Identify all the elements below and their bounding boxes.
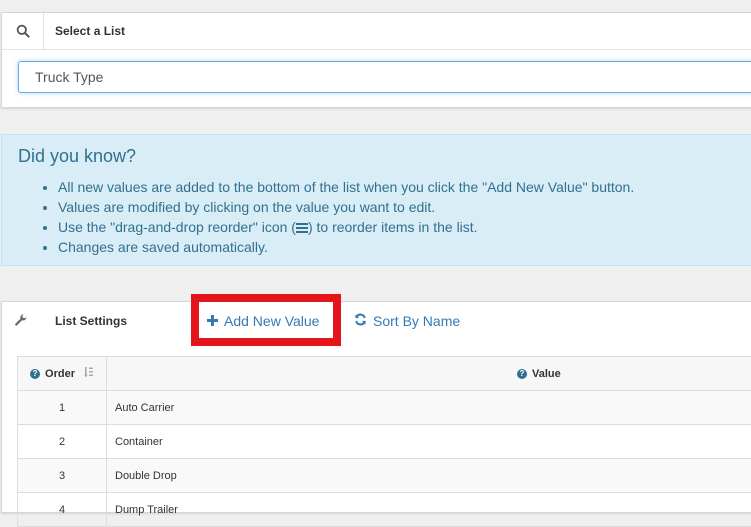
refresh-icon — [354, 313, 367, 329]
list-select-input[interactable]: Truck Type — [18, 61, 751, 93]
value-cell[interactable]: Double Drop — [107, 459, 751, 493]
select-list-title: Select a List — [55, 24, 125, 38]
sort-by-name-button[interactable]: Sort By Name — [354, 313, 460, 329]
drag-reorder-icon — [296, 223, 308, 233]
sort-numeric-icon — [84, 367, 94, 381]
value-cell[interactable]: Container — [107, 425, 751, 459]
tip-item: Changes are saved automatically. — [58, 237, 634, 257]
tip-item: Values are modified by clicking on the v… — [58, 197, 634, 217]
wrench-icon — [2, 302, 40, 338]
value-cell[interactable]: Auto Carrier — [107, 391, 751, 425]
table-row[interactable]: 3 Double Drop — [18, 459, 751, 493]
list-settings-title: List Settings — [55, 314, 127, 328]
select-list-header: Select a List — [2, 13, 751, 50]
highlight-box — [191, 294, 341, 346]
table-header-row: ? Order ? Value — [18, 357, 751, 391]
order-column-header[interactable]: ? Order — [18, 357, 107, 391]
tips-list: All new values are added to the bottom o… — [42, 177, 634, 257]
order-cell: 2 — [18, 425, 107, 459]
help-icon: ? — [30, 369, 40, 379]
tip-reorder-text-after: ) to reorder items in the list. — [308, 219, 478, 235]
order-cell: 1 — [18, 391, 107, 425]
tip-item-reorder: Use the "drag-and-drop reorder" icon ( ) … — [58, 217, 634, 237]
order-cell: 3 — [18, 459, 107, 493]
table-row[interactable]: 2 Container — [18, 425, 751, 459]
select-list-panel: Select a List Truck Type — [1, 12, 751, 108]
help-icon: ? — [517, 369, 527, 379]
tip-reorder-text-before: Use the "drag-and-drop reorder" icon ( — [58, 219, 296, 235]
sort-by-name-label: Sort By Name — [373, 313, 460, 329]
tip-item: All new values are added to the bottom o… — [58, 177, 634, 197]
search-icon[interactable] — [2, 13, 44, 49]
list-values-table: ? Order ? Value 1 Auto Carrier 2 Cont — [17, 356, 751, 527]
table-row[interactable]: 1 Auto Carrier — [18, 391, 751, 425]
order-header-label: Order — [45, 368, 75, 380]
did-you-know-alert: Did you know? All new values are added t… — [1, 134, 751, 266]
value-header-label: Value — [532, 368, 561, 380]
value-column-header[interactable]: ? Value — [107, 357, 751, 391]
tips-title: Did you know? — [18, 146, 136, 167]
